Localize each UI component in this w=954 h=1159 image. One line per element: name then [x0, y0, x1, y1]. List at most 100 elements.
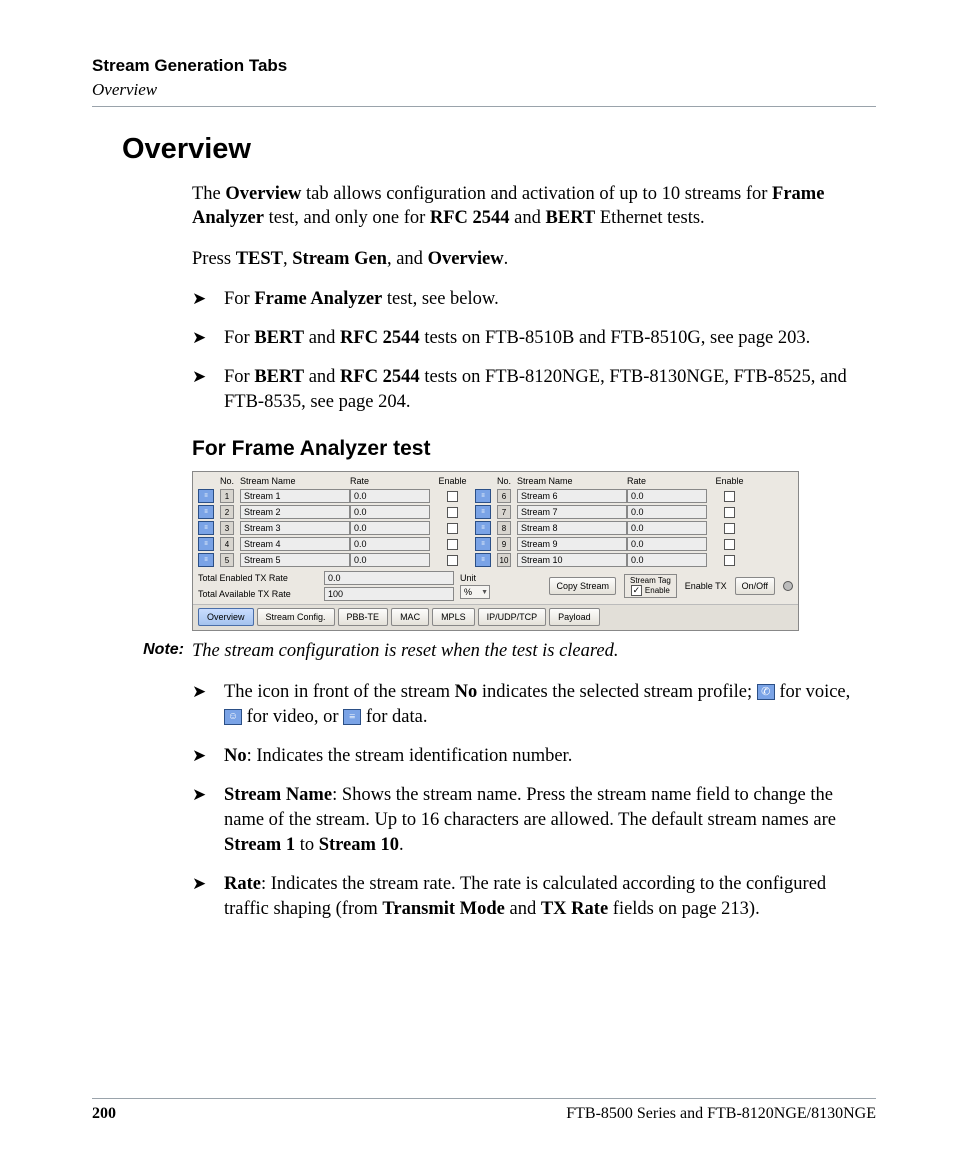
stream-tag-box: Stream Tag Enable: [624, 574, 677, 598]
tab-pbb-te[interactable]: PBB-TE: [338, 608, 389, 626]
unit-label: Unit: [460, 573, 490, 583]
stream-rate-input[interactable]: 0.0: [627, 521, 707, 535]
stream-name-input[interactable]: Stream 7: [517, 505, 627, 519]
stream-enable-checkbox[interactable]: [447, 491, 458, 502]
enable-tx-label: Enable TX: [685, 581, 727, 591]
stream-rate-input[interactable]: 0.0: [350, 521, 430, 535]
stream-profile-icon[interactable]: ≡: [475, 553, 491, 567]
stream-tag-enable-label: Enable: [645, 586, 670, 595]
stream-profile-icon[interactable]: ≡: [475, 537, 491, 551]
stream-enable-checkbox[interactable]: [724, 555, 735, 566]
streams-panel-screenshot: No. Stream Name Rate Enable No. Stream N…: [192, 471, 799, 631]
text: test, and only one for: [264, 208, 430, 228]
intro-paragraph-2: Press TEST, Stream Gen, and Overview.: [192, 247, 866, 271]
stream-profile-icon[interactable]: ≡: [198, 537, 214, 551]
bold: Stream 1: [224, 835, 295, 855]
description-list: The icon in front of the stream No indic…: [192, 680, 866, 922]
stream-name-input[interactable]: Stream 3: [240, 521, 350, 535]
stream-profile-icon[interactable]: ≡: [475, 505, 491, 519]
list-item: For BERT and RFC 2544 tests on FTB-8120N…: [192, 365, 866, 415]
stream-profile-icon[interactable]: ≡: [475, 489, 491, 503]
bold: BERT: [254, 367, 304, 387]
stream-enable-checkbox[interactable]: [447, 539, 458, 550]
text: and: [304, 328, 340, 348]
stream-profile-icon[interactable]: ≡: [198, 505, 214, 519]
stream-enable-checkbox[interactable]: [447, 507, 458, 518]
copy-stream-button[interactable]: Copy Stream: [549, 577, 616, 595]
bold: No: [455, 682, 478, 702]
stream-name-input[interactable]: Stream 8: [517, 521, 627, 535]
stream-name-input[interactable]: Stream 2: [240, 505, 350, 519]
total-enabled-label: Total Enabled TX Rate: [198, 573, 318, 583]
text: tab allows configuration and activation …: [301, 184, 772, 204]
stream-enable-checkbox[interactable]: [447, 555, 458, 566]
text: .: [504, 249, 509, 269]
list-item: No: Indicates the stream identification …: [192, 744, 866, 769]
references-list: For Frame Analyzer test, see below. For …: [192, 287, 866, 415]
text: for video, or: [242, 707, 343, 727]
stream-enable-checkbox[interactable]: [447, 523, 458, 534]
stream-enable-checkbox[interactable]: [724, 507, 735, 518]
list-item: For Frame Analyzer test, see below.: [192, 287, 866, 312]
stream-enable-checkbox[interactable]: [724, 491, 735, 502]
page-title: Overview: [122, 133, 876, 166]
stream-name-input[interactable]: Stream 5: [240, 553, 350, 567]
stream-rate-input[interactable]: 0.0: [350, 537, 430, 551]
col-name: Stream Name: [240, 476, 350, 486]
stream-profile-icon[interactable]: ≡: [198, 553, 214, 567]
text: tests on FTB-8510B and FTB-8510G, see pa…: [420, 328, 811, 348]
bold: Frame Analyzer: [254, 289, 382, 309]
stream-no-cell: 8: [497, 521, 511, 535]
text: Ethernet tests.: [595, 208, 704, 228]
stream-name-input[interactable]: Stream 9: [517, 537, 627, 551]
onoff-button[interactable]: On/Off: [735, 577, 775, 595]
col-name: Stream Name: [517, 476, 627, 486]
stream-rate-input[interactable]: 0.0: [350, 505, 430, 519]
text: For: [224, 328, 254, 348]
list-item: For BERT and RFC 2544 tests on FTB-8510B…: [192, 326, 866, 351]
stream-name-input[interactable]: Stream 4: [240, 537, 350, 551]
bold: BERT: [546, 208, 596, 228]
header-rule: [92, 106, 876, 107]
tab-overview[interactable]: Overview: [198, 608, 254, 626]
stream-no-cell: 1: [220, 489, 234, 503]
stream-rate-input[interactable]: 0.0: [627, 489, 707, 503]
text: For: [224, 367, 254, 387]
stream-no-cell: 9: [497, 537, 511, 551]
tab-stream-config-[interactable]: Stream Config.: [257, 608, 335, 626]
stream-profile-icon[interactable]: ≡: [198, 521, 214, 535]
bold: RFC 2544: [430, 208, 510, 228]
stream-enable-checkbox[interactable]: [724, 523, 735, 534]
stream-rate-input[interactable]: 0.0: [627, 553, 707, 567]
stream-profile-icon[interactable]: ≡: [198, 489, 214, 503]
stream-tag-checkbox[interactable]: [631, 585, 642, 596]
text: .: [399, 835, 404, 855]
bold: Stream 10: [319, 835, 399, 855]
stream-name-input[interactable]: Stream 6: [517, 489, 627, 503]
tab-ip-udp-tcp[interactable]: IP/UDP/TCP: [478, 608, 547, 626]
stream-rate-input[interactable]: 0.0: [350, 553, 430, 567]
bold: Stream Gen: [292, 249, 387, 269]
bold: Overview: [428, 249, 504, 269]
tab-payload[interactable]: Payload: [549, 608, 600, 626]
stream-rate-input[interactable]: 0.0: [627, 537, 707, 551]
stream-no-cell: 6: [497, 489, 511, 503]
stream-name-input[interactable]: Stream 1: [240, 489, 350, 503]
text: Press: [192, 249, 236, 269]
stream-rate-input[interactable]: 0.0: [627, 505, 707, 519]
list-item: Rate: Indicates the stream rate. The rat…: [192, 872, 866, 922]
stream-enable-checkbox[interactable]: [724, 539, 735, 550]
status-led-icon: [783, 581, 793, 591]
tab-mac[interactable]: MAC: [391, 608, 429, 626]
stream-rate-input[interactable]: 0.0: [350, 489, 430, 503]
stream-no-cell: 2: [220, 505, 234, 519]
stream-profile-icon[interactable]: ≡: [475, 521, 491, 535]
stream-no-cell: 4: [220, 537, 234, 551]
bold: Stream Name: [224, 785, 332, 805]
unit-dropdown[interactable]: %: [460, 585, 490, 599]
text: and: [505, 899, 541, 919]
stream-name-input[interactable]: Stream 10: [517, 553, 627, 567]
intro-paragraph-1: The Overview tab allows configuration an…: [192, 182, 866, 231]
tab-mpls[interactable]: MPLS: [432, 608, 475, 626]
note-text: The stream configuration is reset when t…: [192, 641, 876, 662]
